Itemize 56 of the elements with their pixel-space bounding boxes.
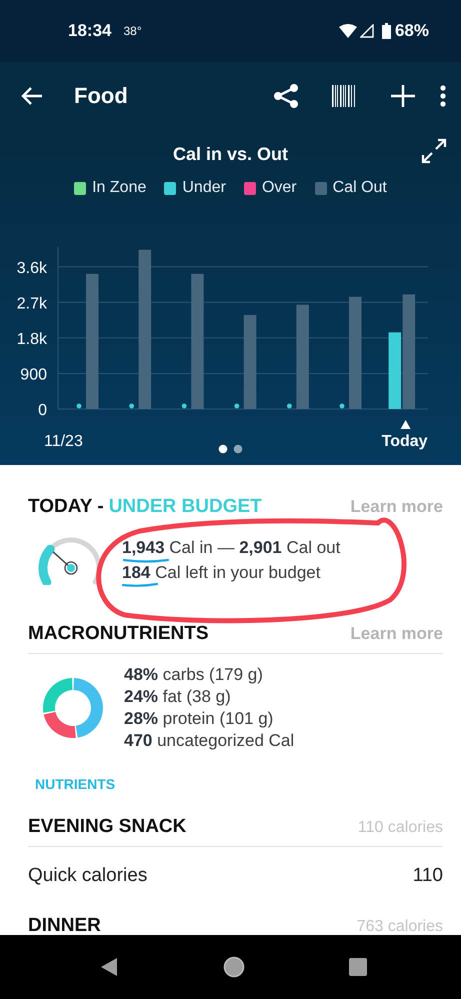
bar-dot (182, 404, 187, 408)
y-axis-label: 1.8k (16, 330, 47, 348)
budget-status: UNDER BUDGET (108, 496, 262, 517)
x-axis-label: 11/23 (44, 433, 83, 450)
legend-label: Under (182, 179, 226, 197)
underline-mark (122, 558, 170, 563)
bar-dot (76, 404, 82, 408)
wifi-icon (338, 24, 357, 38)
meal-heading: EVENING SNACK (28, 816, 186, 838)
back-nav-button[interactable] (100, 957, 118, 977)
temperature: 38° (123, 24, 143, 38)
meal-heading: DINNER (28, 915, 101, 935)
meal-calories: 763 calories (356, 918, 443, 935)
macro-text: 28% protein (101 g) (124, 708, 274, 730)
x-axis-label: Today (382, 433, 428, 450)
section-heading: MACRONUTRIENTS (28, 623, 208, 645)
page-indicator-dot[interactable] (234, 444, 242, 454)
learn-more-link[interactable]: Learn more (350, 497, 443, 517)
section-heading: TODAY - (28, 496, 104, 517)
underline-mark (122, 582, 158, 587)
budget-summary-text: 1,943 Cal in — 2,901 Cal out (122, 538, 340, 557)
nutrients-link[interactable]: NUTRIENTS (35, 776, 116, 792)
barcode-scan-button[interactable] (332, 84, 355, 108)
share-button[interactable] (273, 84, 299, 108)
more-options-button[interactable] (439, 84, 447, 108)
screen-title: Food (74, 83, 129, 109)
expand-button[interactable] (421, 138, 447, 164)
battery-icon (382, 23, 391, 39)
back-button[interactable] (20, 86, 44, 106)
legend-label: In Zone (92, 179, 146, 197)
home-nav-button[interactable] (222, 956, 244, 978)
chart-title: Cal in vs. Out (172, 144, 288, 165)
y-axis-label: 0 (38, 402, 47, 419)
battery-level: 68% (394, 21, 429, 41)
y-axis-label: 3.6k (16, 260, 47, 277)
page-indicator-dot[interactable] (218, 444, 228, 454)
learn-more-link[interactable]: Learn more (350, 624, 443, 644)
food-calories: 110 (412, 865, 443, 887)
meal-calories: 110 calories (358, 819, 443, 837)
bar-dot (340, 404, 344, 408)
add-button[interactable] (390, 84, 416, 108)
bar-dot (129, 404, 134, 408)
budget-summary-text: 184 Cal left in your budget (122, 563, 320, 582)
legend-label: Cal Out (332, 179, 387, 197)
bar-dot (234, 404, 240, 408)
selected-day-marker-icon (400, 420, 411, 429)
clock-time: 18:34 (68, 21, 112, 41)
y-axis-label: 900 (20, 366, 47, 384)
legend-label: Over (262, 179, 297, 197)
y-axis-label: 2.7k (16, 295, 47, 312)
macro-text: 24% fat (38 g) (124, 686, 232, 708)
food-name: Quick calories (28, 865, 148, 887)
signal-icon (360, 24, 374, 38)
macro-text: 470 uncategorized Cal (124, 730, 294, 752)
macro-text: 48% carbs (179 g) (124, 664, 264, 686)
bar-dot (287, 404, 292, 408)
